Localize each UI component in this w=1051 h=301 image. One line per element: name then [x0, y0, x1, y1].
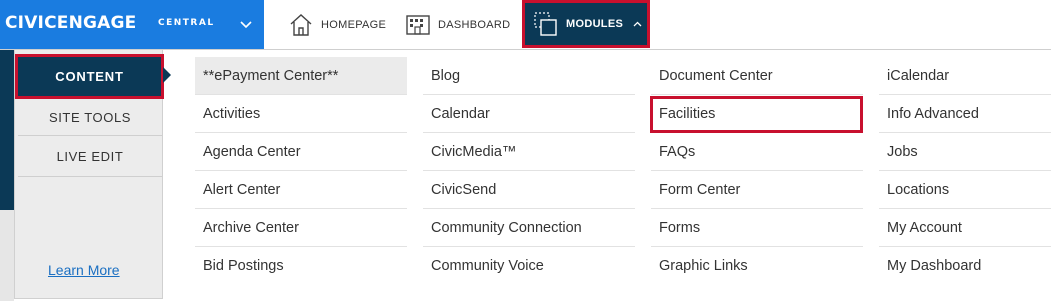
module-link[interactable]: FAQs [651, 133, 863, 171]
module-link[interactable]: Archive Center [195, 209, 407, 247]
module-link[interactable]: CivicMedia™ [423, 133, 635, 171]
brand-block[interactable]: CIVICENGAGE CENTRAL [0, 0, 264, 49]
top-bar: CIVICENGAGE CENTRAL HOMEPAGE DASHBOARD M… [0, 0, 1051, 50]
house-icon [288, 12, 314, 38]
module-link[interactable]: Blog [423, 57, 635, 95]
module-link[interactable]: My Account [879, 209, 1051, 247]
module-column-3: Document Center Facilities FAQs Form Cen… [651, 57, 863, 285]
side-item-live-edit[interactable]: LIVE EDIT [18, 137, 162, 177]
nav-homepage[interactable]: HOMEPAGE [288, 0, 400, 49]
dashboard-building-icon [405, 12, 431, 38]
module-link[interactable]: Agenda Center [195, 133, 407, 171]
module-link[interactable]: Bid Postings [195, 247, 407, 285]
nav-homepage-label: HOMEPAGE [321, 18, 387, 31]
module-link[interactable]: Alert Center [195, 171, 407, 209]
side-panel: CONTENT SITE TOOLS LIVE EDIT Learn More [14, 50, 164, 299]
module-link[interactable]: My Dashboard [879, 247, 1051, 285]
facilities-highlight-box [650, 96, 863, 133]
chevron-down-icon[interactable] [228, 0, 264, 49]
module-link[interactable]: Activities [195, 95, 407, 133]
module-link[interactable]: Community Connection [423, 209, 635, 247]
nav-dashboard[interactable]: DASHBOARD [405, 0, 517, 49]
module-column-2: Blog Calendar CivicMedia™ CivicSend Comm… [423, 57, 635, 285]
module-link[interactable]: iCalendar [879, 57, 1051, 95]
module-link[interactable]: Community Voice [423, 247, 635, 285]
module-link[interactable]: Forms [651, 209, 863, 247]
brand-name: CIVICENGAGE [5, 13, 137, 33]
nav-dashboard-label: DASHBOARD [438, 18, 511, 31]
module-link[interactable]: Jobs [879, 133, 1051, 171]
learn-more-link[interactable]: Learn More [48, 262, 120, 278]
side-item-content[interactable]: CONTENT [15, 54, 164, 99]
modules-icon [533, 11, 559, 37]
side-item-site-tools[interactable]: SITE TOOLS [18, 100, 162, 136]
page: CIVICENGAGE CENTRAL HOMEPAGE DASHBOARD M… [0, 0, 1051, 301]
module-link[interactable]: Info Advanced [879, 95, 1051, 133]
left-edge-strip [0, 50, 14, 210]
module-link[interactable]: Calendar [423, 95, 635, 133]
module-column-1: **ePayment Center** Activities Agenda Ce… [195, 57, 407, 285]
active-pointer-arrow [163, 67, 171, 83]
module-link[interactable]: Graphic Links [651, 247, 863, 285]
nav-modules-label: MODULES [566, 18, 624, 30]
nav-modules[interactable]: MODULES [522, 0, 650, 48]
module-link[interactable]: Document Center [651, 57, 863, 95]
module-link[interactable]: Form Center [651, 171, 863, 209]
left-edge-strip-lower [0, 210, 14, 301]
brand-subtitle: CENTRAL [158, 18, 215, 28]
module-link[interactable]: CivicSend [423, 171, 635, 209]
module-link[interactable]: Locations [879, 171, 1051, 209]
module-link[interactable]: **ePayment Center** [195, 57, 407, 95]
module-column-4: iCalendar Info Advanced Jobs Locations M… [879, 57, 1051, 285]
chevron-up-icon [633, 21, 642, 27]
